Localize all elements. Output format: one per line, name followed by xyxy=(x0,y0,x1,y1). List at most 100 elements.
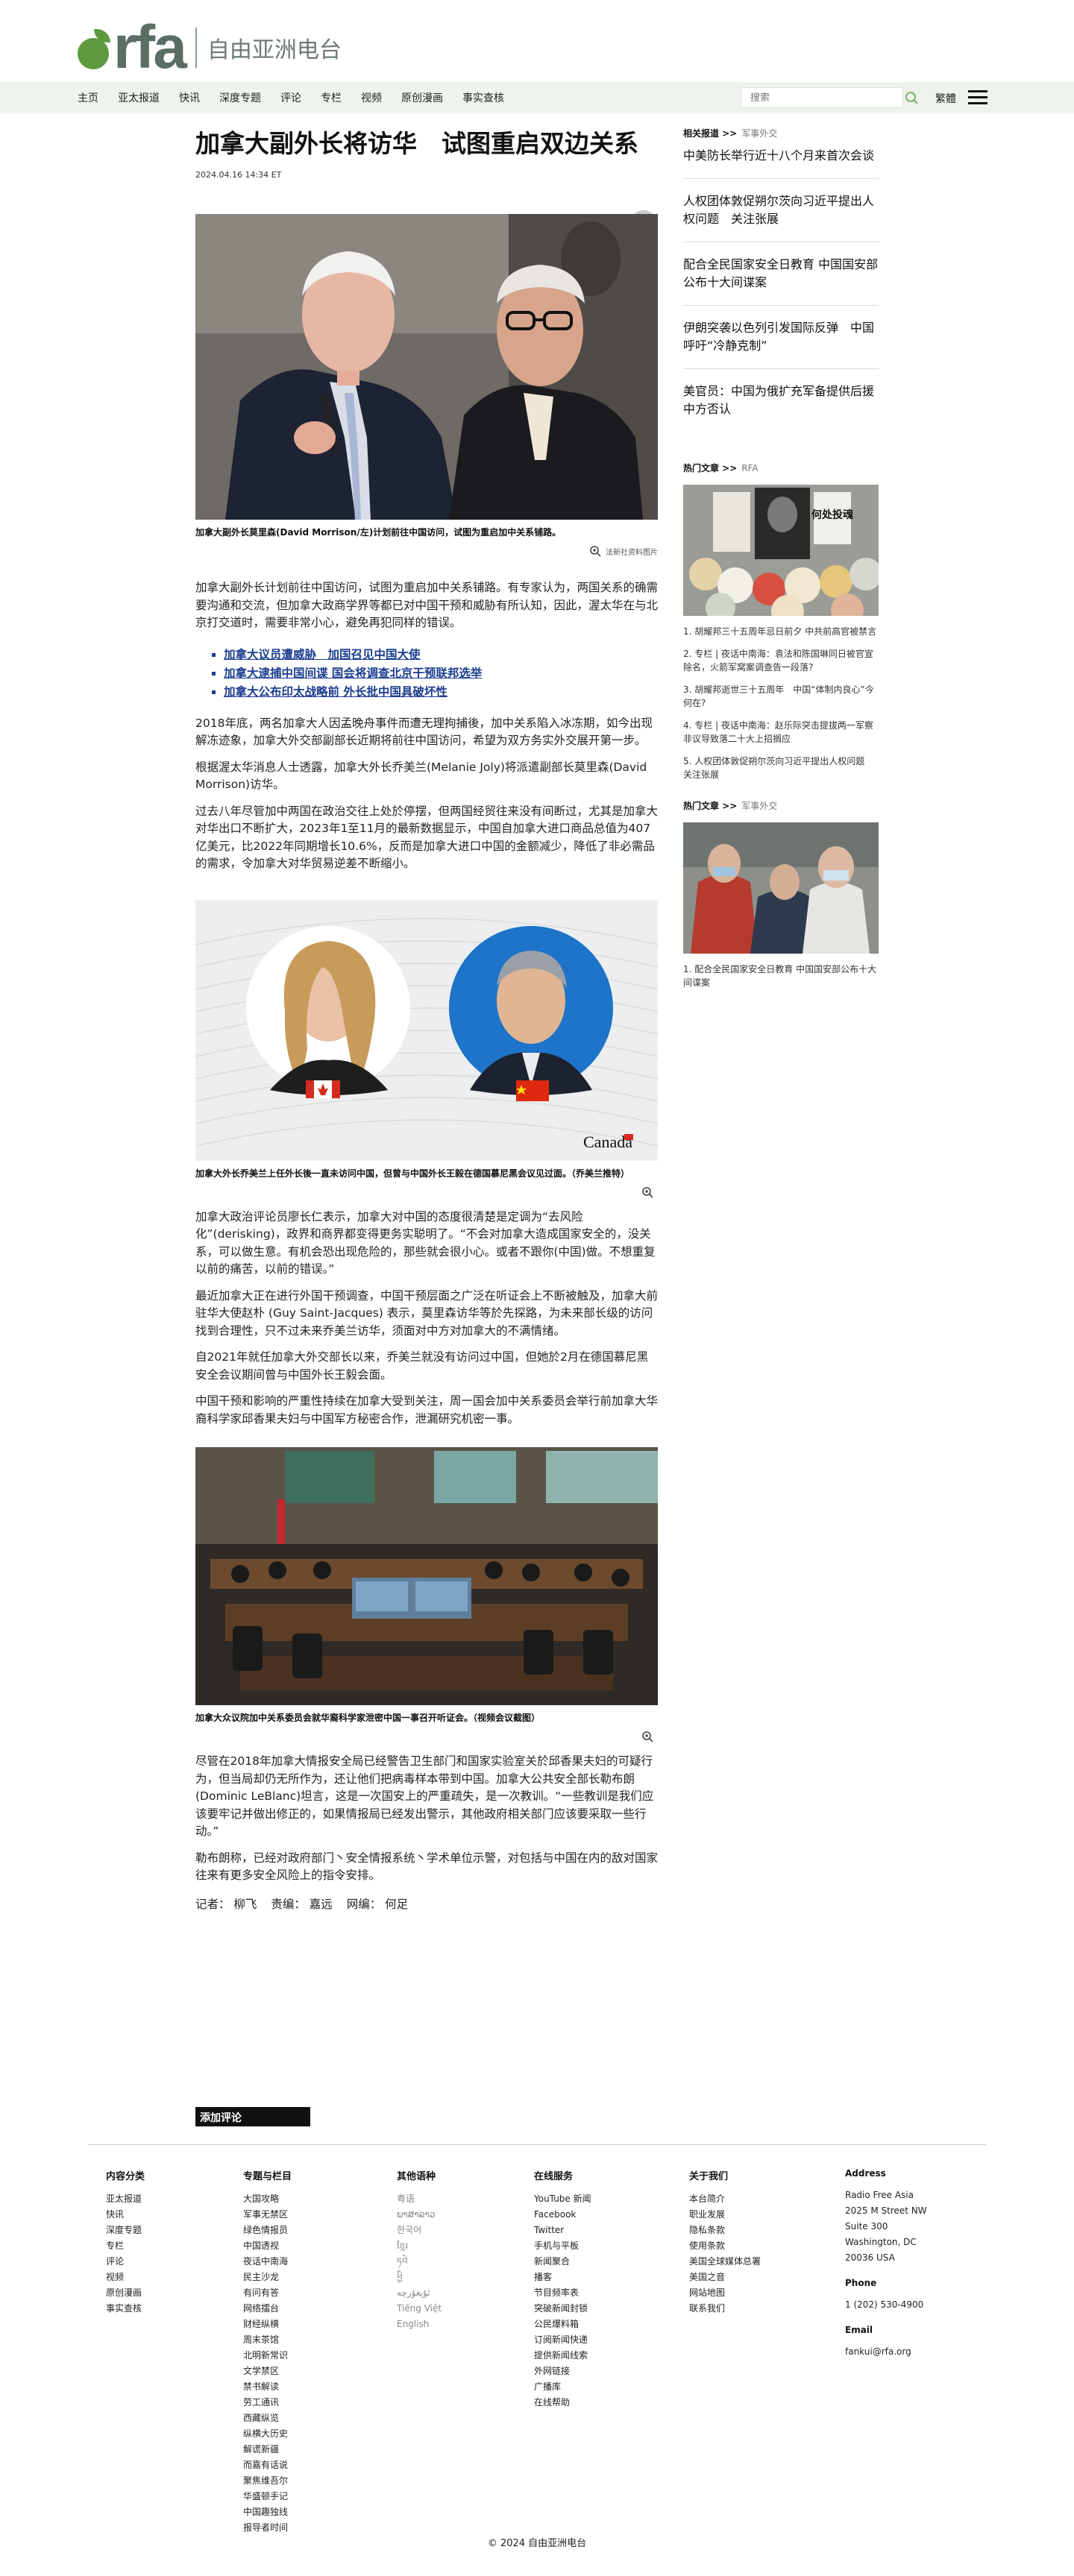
footer-link[interactable]: 网站地图 xyxy=(689,2285,761,2301)
footer-language-link[interactable]: ཏབེ xyxy=(397,2254,442,2270)
sidebar-news-item[interactable]: 中美防长举行近十八个月来首次会谈 xyxy=(683,139,879,179)
zoom-icon[interactable] xyxy=(641,1186,653,1198)
add-comment-button[interactable]: 添加评论 xyxy=(195,2107,310,2126)
section-sub[interactable]: 军事外交 xyxy=(741,128,777,139)
footer-link[interactable]: 纵横大历史 xyxy=(243,2426,292,2442)
footer-link[interactable]: YouTube 新闻 xyxy=(534,2191,591,2207)
hot-article-item[interactable]: 1. 胡耀邦三十五周年忌日前夕 中共前高官被禁言 xyxy=(683,625,879,638)
phone-number[interactable]: 1 (202) 530-4900 xyxy=(845,2297,927,2313)
sidebar-news-item[interactable]: 美官员：中国为俄扩充军备提供后援 中方否认 xyxy=(683,369,879,432)
footer-link[interactable]: 评论 xyxy=(106,2254,145,2270)
footer-link[interactable]: 原创漫画 xyxy=(106,2285,145,2301)
footer-language-link[interactable]: ພາສາລາວ xyxy=(397,2207,442,2223)
footer-link[interactable]: 视频 xyxy=(106,2270,145,2285)
footer-language-link[interactable]: ئۇيغۇرچە xyxy=(397,2285,442,2301)
footer-link[interactable]: 有问有答 xyxy=(243,2285,292,2301)
nav-item-in-depth[interactable]: 深度专题 xyxy=(219,90,261,105)
related-link[interactable]: 加拿大公布印太战略前 外长批中国具破坏性 xyxy=(224,683,658,702)
sidebar-news-item[interactable]: 配合全民国家安全日教育 中国国安部公布十大间谍案 xyxy=(683,242,879,306)
footer-link[interactable]: 专栏 xyxy=(106,2238,145,2254)
footer-link[interactable]: 快讯 xyxy=(106,2207,145,2223)
footer-link[interactable]: 周末茶馆 xyxy=(243,2332,292,2348)
section-sub[interactable]: RFA xyxy=(741,463,758,473)
footer-link[interactable]: 手机与平板 xyxy=(534,2238,591,2254)
nav-item-video[interactable]: 视频 xyxy=(361,90,382,105)
footer-link[interactable]: 而嘉有话说 xyxy=(243,2457,292,2473)
footer-language-link[interactable]: 粤语 xyxy=(397,2191,442,2207)
related-link[interactable]: 加拿大逮捕中国间谍 国会将调查北京干预联邦选举 xyxy=(224,664,658,683)
footer-link[interactable]: 美国全球媒体总署 xyxy=(689,2254,761,2270)
hamburger-menu-icon[interactable] xyxy=(968,90,987,105)
footer-link[interactable]: 深度专题 xyxy=(106,2223,145,2238)
footer-language-link[interactable]: English xyxy=(397,2317,442,2332)
footer-link[interactable]: 军事无禁区 xyxy=(243,2207,292,2223)
footer-link[interactable]: 职业发展 xyxy=(689,2207,761,2223)
footer-link[interactable]: 外网链接 xyxy=(534,2364,591,2379)
hot-article-image[interactable]: 何处投魂 xyxy=(683,485,879,616)
sidebar-news-item[interactable]: 伊朗突袭以色列引发国际反弹 中国呼吁“冷静克制” xyxy=(683,306,879,369)
footer-link[interactable]: 节目频率表 xyxy=(534,2285,591,2301)
nav-item-asia-pacific[interactable]: 亚太报道 xyxy=(118,90,160,105)
footer-link[interactable]: 使用条款 xyxy=(689,2238,761,2254)
nav-item-home[interactable]: 主页 xyxy=(78,90,98,105)
rfa-logo[interactable]: rfa 自由亚洲电台 xyxy=(75,17,342,78)
zoom-icon[interactable] xyxy=(641,1731,653,1742)
footer-link[interactable]: Facebook xyxy=(534,2207,591,2223)
footer-link[interactable]: 中国透视 xyxy=(243,2238,292,2254)
footer-link[interactable]: 网络擂台 xyxy=(243,2301,292,2317)
footer-link[interactable]: Twitter xyxy=(534,2223,591,2238)
nav-item-breaking[interactable]: 快讯 xyxy=(179,90,200,105)
hot-article-item[interactable]: 5. 人权团体敦促朔尔茨向习近平提出人权问题 关注张展 xyxy=(683,755,879,781)
footer-link[interactable]: 绿色情报员 xyxy=(243,2223,292,2238)
footer-language-link[interactable]: 한국어 xyxy=(397,2223,442,2238)
hot-article-item[interactable]: 4. 专栏 | 夜话中南海：赵乐际突击提拔两一军察非议导致落二十大上招搁应 xyxy=(683,719,879,746)
footer-link[interactable]: 新闻聚合 xyxy=(534,2254,591,2270)
section-sub[interactable]: 军事外交 xyxy=(741,801,777,811)
footer-link[interactable]: 劳工通讯 xyxy=(243,2395,292,2410)
email-link[interactable]: fankui@rfa.org xyxy=(845,2344,927,2360)
footer-link[interactable]: 公民爆料箱 xyxy=(534,2317,591,2332)
footer-link[interactable]: 西藏纵览 xyxy=(243,2410,292,2426)
footer-link[interactable]: 民主沙龙 xyxy=(243,2270,292,2285)
footer-link[interactable]: 广播库 xyxy=(534,2379,591,2395)
footer-language-link[interactable]: ខ្មែរ xyxy=(397,2238,442,2254)
footer-link[interactable]: 亚太报道 xyxy=(106,2191,145,2207)
traditional-chinese-toggle[interactable]: 繁體 xyxy=(935,91,956,106)
footer-link[interactable]: 播客 xyxy=(534,2270,591,2285)
footer-link[interactable]: 订阅新闻快递 xyxy=(534,2332,591,2348)
footer-link[interactable]: 在线帮助 xyxy=(534,2395,591,2410)
sidebar-news-item[interactable]: 人权团体敦促朔尔茨向习近平提出人权问题 关注张展 xyxy=(683,179,879,242)
footer-link[interactable]: 报导者时间 xyxy=(243,2520,292,2536)
footer-link[interactable]: 突破新闻封锁 xyxy=(534,2301,591,2317)
footer-link[interactable]: 解谎新疆 xyxy=(243,2442,292,2457)
footer-link[interactable]: 中国趣独线 xyxy=(243,2504,292,2520)
footer-link[interactable]: 禁书解读 xyxy=(243,2379,292,2395)
footer-language-link[interactable]: ཕྱི xyxy=(397,2270,442,2285)
footer-link[interactable]: 聚焦维吾尔 xyxy=(243,2473,292,2489)
footer-language-link[interactable]: Tiếng Việt xyxy=(397,2301,442,2317)
search-input[interactable] xyxy=(741,92,876,104)
footer-link[interactable]: 联系我们 xyxy=(689,2301,761,2317)
hot-article-item[interactable]: 3. 胡耀邦逝世三十五周年 中国“体制内良心”今何在? xyxy=(683,683,879,710)
nav-item-cartoons[interactable]: 原创漫画 xyxy=(401,90,443,105)
search-icon[interactable] xyxy=(905,91,918,104)
footer-link[interactable]: 财经纵横 xyxy=(243,2317,292,2332)
hot-article-image-2[interactable] xyxy=(683,822,879,954)
footer-link[interactable]: 美国之音 xyxy=(689,2270,761,2285)
nav-item-fact-check[interactable]: 事实查核 xyxy=(462,90,504,105)
footer-link[interactable]: 文学禁区 xyxy=(243,2364,292,2379)
zoom-icon[interactable] xyxy=(589,545,601,557)
footer-link[interactable]: 隐私条款 xyxy=(689,2223,761,2238)
footer-link[interactable]: 华盛顿手记 xyxy=(243,2489,292,2504)
hot-article-item[interactable]: 1. 配合全民国家安全日教育 中国国安部公布十大间谍案 xyxy=(683,963,879,989)
related-link[interactable]: 加拿大议员遭威胁 加国召见中国大使 xyxy=(224,646,658,664)
footer-link[interactable]: 事实查核 xyxy=(106,2301,145,2317)
footer-link[interactable]: 提供新闻线索 xyxy=(534,2348,591,2364)
footer-link[interactable]: 夜话中南海 xyxy=(243,2254,292,2270)
footer-link[interactable]: 北明新常识 xyxy=(243,2348,292,2364)
hot-article-item[interactable]: 2. 专栏 | 夜话中南海：袁法和陈国琳同日被官宣除名，火箭军窝案调查告一段落? xyxy=(683,647,879,674)
footer-link[interactable]: 大国攻略 xyxy=(243,2191,292,2207)
nav-item-commentary[interactable]: 评论 xyxy=(280,90,301,105)
footer-link[interactable]: 本台简介 xyxy=(689,2191,761,2207)
nav-item-columns[interactable]: 专栏 xyxy=(321,90,342,105)
